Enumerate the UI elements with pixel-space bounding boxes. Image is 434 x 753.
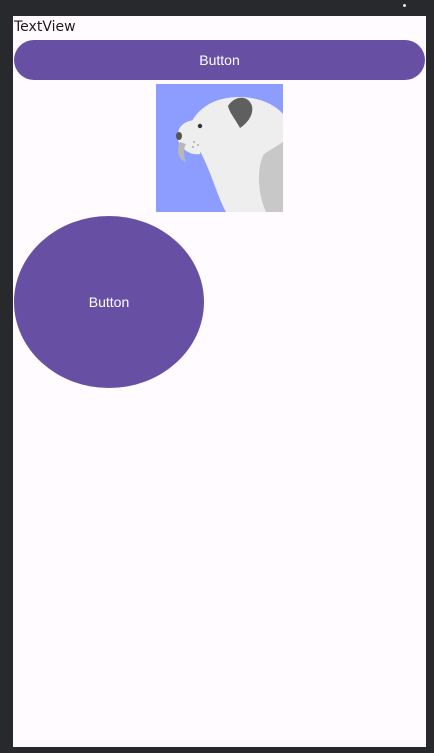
dog-illustration-icon [156,84,283,212]
dog-image [156,84,283,212]
round-button[interactable]: Button [14,216,204,388]
text-view: TextView [14,19,76,35]
app-screen: TextView Button Button [13,16,426,747]
status-indicator-icon [403,4,406,7]
device-frame: TextView Button Button [0,0,434,753]
primary-button[interactable]: Button [14,40,425,80]
